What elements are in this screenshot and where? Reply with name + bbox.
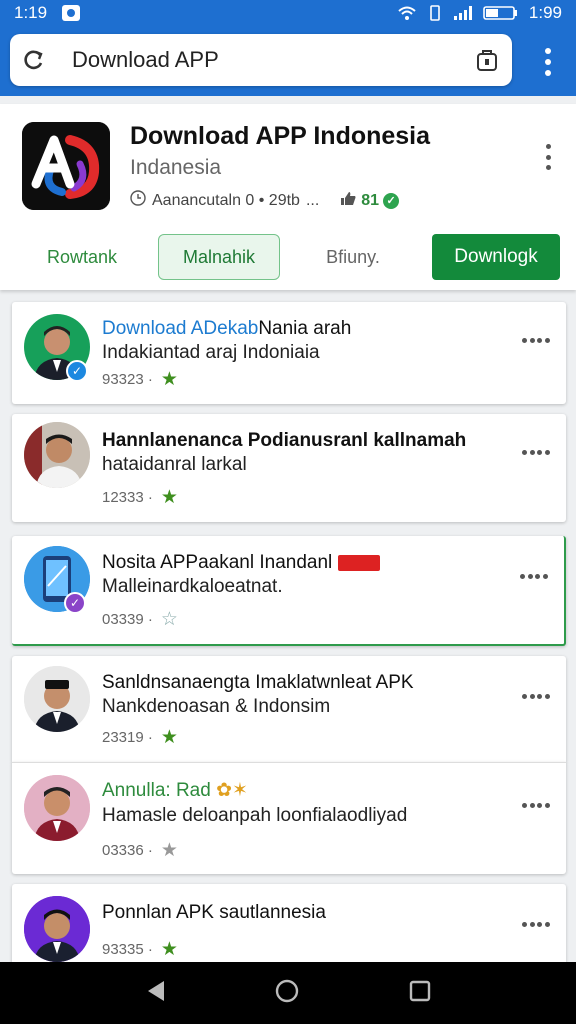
item-title: Annulla: Rad ✿✶ xyxy=(102,780,248,801)
wifi-icon xyxy=(397,5,417,21)
app-title: Download APP Indonesia xyxy=(130,122,431,150)
star-icon: ★ xyxy=(160,487,178,508)
more-options-icon[interactable] xyxy=(520,574,548,580)
avatar xyxy=(24,422,90,488)
item-meta: 03336 · ★ xyxy=(102,840,178,861)
home-icon[interactable] xyxy=(274,978,300,1009)
more-options-icon[interactable] xyxy=(522,338,550,344)
avatar xyxy=(24,896,90,962)
list-item[interactable]: Hannlanenanca Podianusranl kallnamah hat… xyxy=(12,414,566,522)
list-item[interactable]: ✓ Download ADekabNania arah Indakiantad … xyxy=(12,302,566,404)
item-meta: 12333 · ★ xyxy=(102,487,178,508)
item-meta: 23319 · ★ xyxy=(102,727,178,748)
more-options-icon[interactable] xyxy=(522,803,550,809)
item-subtitle: hataidanral larkal xyxy=(102,454,247,475)
url-text[interactable]: Download APP xyxy=(72,47,219,73)
star-icon: ★ xyxy=(160,939,178,960)
status-bar: 1:19 1:99 xyxy=(0,0,576,26)
item-meta: 93323 · ★ xyxy=(102,369,178,390)
list-item[interactable]: Annulla: Rad ✿✶ Hamasle deloanpah loonfi… xyxy=(12,762,566,874)
navigation-bar xyxy=(0,962,576,1024)
vibrate-icon xyxy=(427,5,443,21)
thumbs-up-icon xyxy=(339,190,357,211)
item-meta: 03339 · ☆ xyxy=(102,609,178,630)
browser-toolbar: Download APP xyxy=(0,26,576,96)
verified-badge-icon: ✓ xyxy=(66,360,88,382)
list-item[interactable]: Ponnlan APK sautlannesia 93335 · ★ xyxy=(12,884,566,974)
verified-icon: ✓ xyxy=(383,192,400,209)
item-subtitle: Hamasle deloanpah loonfialaodliyad xyxy=(102,805,408,826)
back-icon[interactable] xyxy=(144,979,166,1008)
list-item[interactable]: Sanldnsanaengta Imaklatwnleat APK Nankde… xyxy=(12,656,566,762)
item-meta: 93335 · ★ xyxy=(102,939,178,960)
reload-icon[interactable] xyxy=(10,34,58,86)
item-title: Nosita APPaakanl Inandanl xyxy=(102,552,380,574)
star-icon: ★ xyxy=(160,369,178,390)
more-options-icon[interactable] xyxy=(522,922,550,928)
more-options-icon[interactable] xyxy=(522,694,550,700)
item-title: Download ADekabNania arah xyxy=(102,318,352,339)
app-meta-text: Aanancutaln 0 • 29tb xyxy=(152,191,300,209)
tab-switcher-icon[interactable] xyxy=(476,48,498,72)
app-header-card: Download APP Indonesia Indanesia Aanancu… xyxy=(0,104,576,290)
status-time-right: 1:99 xyxy=(528,3,562,22)
browser-menu-icon[interactable] xyxy=(538,44,558,80)
item-subtitle: Indakiantad araj Indoniaia xyxy=(102,342,320,363)
list-item[interactable]: ✓ Nosita APPaakanl Inandanl Malleinardka… xyxy=(12,536,566,646)
app-more-icon[interactable] xyxy=(544,144,552,170)
star-icon: ★ xyxy=(160,840,178,861)
item-title: Ponnlan APK sautlannesia xyxy=(102,902,326,923)
app-logo xyxy=(22,122,110,210)
item-title: Sanldnsanaengta Imaklatwnleat APK xyxy=(102,672,414,693)
notification-icon xyxy=(61,4,81,22)
avatar xyxy=(24,666,90,732)
star-icon: ★ xyxy=(160,727,178,748)
tab-malnahik[interactable]: Malnahik xyxy=(158,234,280,280)
item-title: Hannlanenanca Podianusranl kallnamah xyxy=(102,430,467,451)
address-bar[interactable]: Download APP xyxy=(10,34,512,86)
award-icon: ✿✶ xyxy=(216,780,248,801)
status-time-left: 1:19 xyxy=(14,3,48,22)
signal-icon xyxy=(453,5,473,21)
app-meta-dots: ... xyxy=(305,191,320,209)
flag-icon xyxy=(337,554,380,571)
app-subtitle: Indanesia xyxy=(130,156,222,179)
tab-bfiuny[interactable]: Bfiuny. xyxy=(298,234,408,280)
recents-icon[interactable] xyxy=(408,979,432,1008)
rating-value: 81 xyxy=(361,191,380,209)
tab-rowtank[interactable]: Rowtank xyxy=(22,234,142,280)
item-subtitle: Malleinardkaloeatnat. xyxy=(102,576,283,597)
avatar xyxy=(24,775,90,841)
verified-badge-icon: ✓ xyxy=(64,592,86,614)
app-meta: Aanancutaln 0 • 29tb ... 81 ✓ xyxy=(130,190,400,211)
app-rating: 81 ✓ xyxy=(339,190,400,211)
more-options-icon[interactable] xyxy=(522,450,550,456)
battery-icon xyxy=(483,5,519,21)
star-outline-icon: ☆ xyxy=(160,609,178,630)
clock-icon xyxy=(130,190,146,211)
download-button[interactable]: Downlogk xyxy=(432,234,560,280)
item-subtitle: Nankdenoasan & Indonsim xyxy=(102,696,331,717)
